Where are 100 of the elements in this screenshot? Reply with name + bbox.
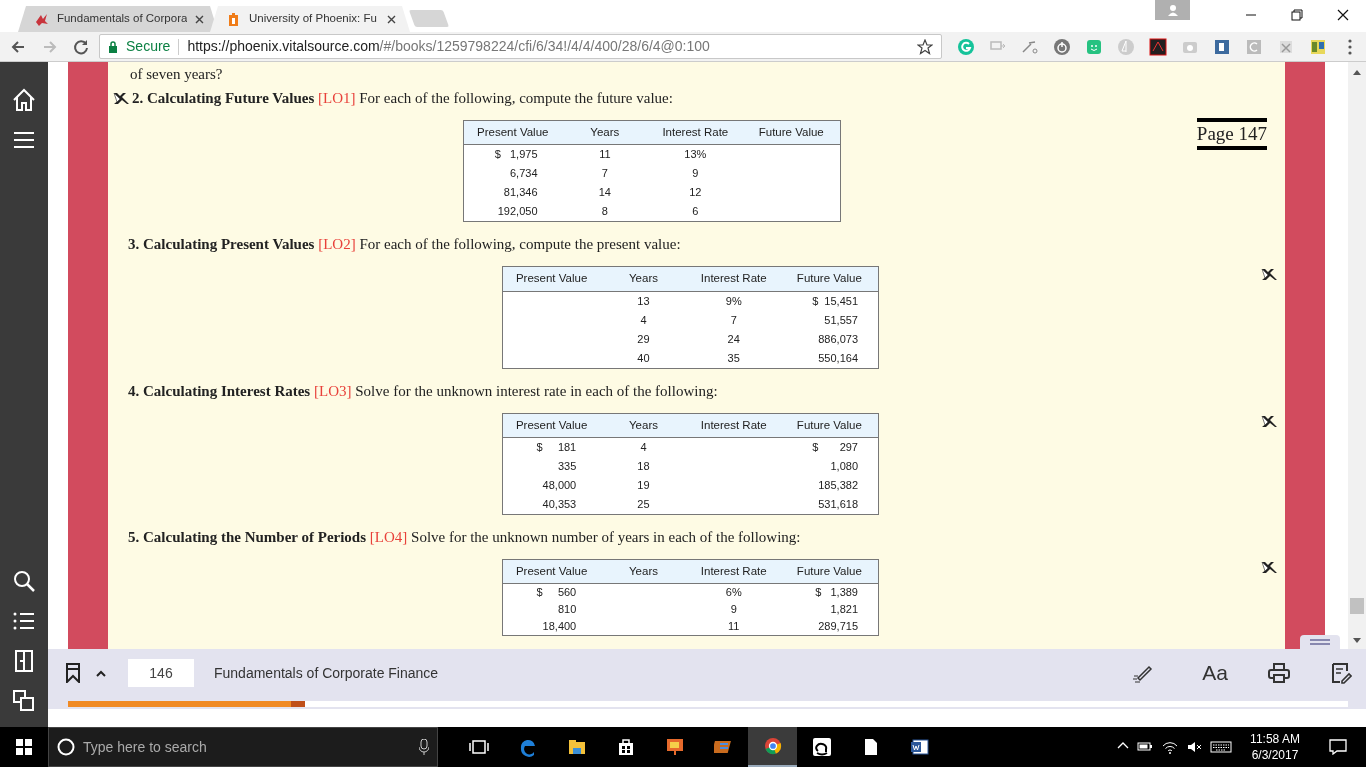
table-cell: 19: [637, 478, 650, 491]
chrome-icon: [762, 736, 783, 756]
acrobat-icon: [1149, 37, 1167, 56]
drawer-handle[interactable]: [1300, 635, 1340, 649]
table-cell: 4: [640, 313, 647, 326]
text-size-button[interactable]: Aa: [1202, 657, 1228, 689]
table-cell: 4: [640, 440, 647, 453]
problem-heading: 4. Calculating Interest Rates [LO3] Solve for the unknown interest rate in each of the following:: [128, 381, 718, 401]
handle-icon: [1310, 639, 1330, 645]
shapes-icon: [11, 688, 37, 714]
column-header: Interest Rate: [686, 413, 781, 438]
table-cell: 40: [637, 351, 650, 364]
page-number-field[interactable]: 146: [128, 659, 194, 687]
lock-icon: [108, 40, 118, 53]
url-text[interactable]: https://phoenix.vitalsource.com/#/books/1259798224/cfi/6/34!/4/4/400/28/6/4@0:100: [187, 36, 909, 57]
close-icon[interactable]: [195, 14, 204, 24]
battery-icon[interactable]: [1137, 740, 1153, 754]
microphone-icon: [419, 739, 429, 755]
column-header: Present Value: [502, 266, 601, 291]
minimize-icon: [1246, 14, 1256, 16]
column-header: Years: [600, 266, 687, 291]
table-cell: 9%: [725, 294, 742, 307]
table-cell: 35: [727, 351, 740, 364]
table-cell: 289,715: [818, 620, 858, 632]
column-header: Years: [561, 120, 649, 145]
table-cell: 6%: [725, 586, 742, 598]
browser-tab[interactable]: University of Phoenix: Fu: [210, 6, 410, 32]
smiley-icon: [1085, 37, 1103, 56]
taskbar-search-field[interactable]: Type here to search: [48, 727, 438, 767]
clock[interactable]: 11:58 AM 6/3/2017: [1240, 727, 1310, 767]
table-cell: 40,353: [542, 497, 577, 510]
wifi-icon[interactable]: [1161, 740, 1179, 754]
table-cell: 6: [692, 205, 699, 218]
more-menu-icon: [1348, 38, 1352, 55]
windows-logo-icon: [16, 739, 32, 755]
table-cell: 192,050: [497, 205, 538, 218]
flag-marker-icon[interactable]: [113, 91, 129, 105]
presentation-icon: [664, 737, 685, 757]
flag-marker-icon[interactable]: [1261, 268, 1277, 282]
table-cell: 14: [598, 186, 611, 199]
speaker-muted-icon[interactable]: [1187, 740, 1202, 754]
table-cell: $ 15,451: [812, 294, 858, 307]
table-cell: 18,400: [542, 620, 577, 632]
scroll-thumb[interactable]: [1350, 598, 1364, 614]
flag-marker-icon[interactable]: [1261, 414, 1277, 428]
down-arrow-icon[interactable]: [1353, 638, 1361, 643]
printer-icon: [1268, 663, 1290, 683]
print-button[interactable]: [1268, 663, 1290, 683]
power-icon: [1053, 37, 1071, 56]
letter-g-icon: [957, 37, 975, 56]
scrollbar[interactable]: [1348, 62, 1366, 649]
table-cell: 25: [637, 497, 650, 510]
cortana-circle-icon: [57, 738, 75, 756]
close-icon[interactable]: [387, 14, 396, 24]
table-cell: 9: [692, 167, 699, 180]
star-icon[interactable]: [917, 38, 933, 55]
table-cell: 886,073: [818, 332, 858, 345]
column-header: Future Value: [780, 413, 879, 438]
bookmark-icon: [66, 663, 80, 683]
restore-icon: [1288, 6, 1306, 24]
speech-bubble-icon: [1329, 739, 1347, 755]
table-cell: 6,734: [510, 167, 538, 180]
column-header: Future Value: [742, 120, 841, 145]
table-cell: $ 181: [536, 440, 577, 453]
up-arrow-icon[interactable]: [1353, 70, 1361, 75]
table-cell: 550,164: [818, 351, 858, 364]
flag-marker-icon[interactable]: [1261, 560, 1277, 574]
table-cell: 335: [557, 459, 577, 472]
bookmark-icon: [226, 11, 241, 27]
problem-heading: 3. Calculating Present Values [LO2] For each of the following, compute the present value:: [128, 235, 681, 255]
keyboard-icon[interactable]: [1210, 740, 1232, 754]
search-icon: [11, 568, 37, 594]
sailboat-icon: [1117, 37, 1135, 56]
table-cell: 9: [730, 603, 737, 615]
expand-button[interactable]: [96, 669, 106, 677]
caret-up-icon: [96, 669, 106, 677]
table-cell: 531,618: [818, 497, 858, 510]
table-cell: $ 560: [536, 586, 577, 598]
person-icon: [1166, 4, 1179, 16]
taskbar-app-button[interactable]: [748, 727, 797, 767]
table-cell: 24: [727, 332, 740, 345]
column-header: Present Value: [502, 413, 601, 438]
column-header: Present Value: [502, 559, 601, 584]
column-header: Interest Rate: [686, 559, 781, 584]
table-cell: 13%: [684, 148, 707, 161]
table-cell: 8: [601, 205, 608, 218]
notes-button[interactable]: [1330, 662, 1352, 684]
table-cell: 7: [601, 167, 608, 180]
bookmark-button[interactable]: [66, 663, 80, 683]
table-cell: $ 297: [812, 440, 858, 453]
table-cell: 11: [599, 148, 611, 161]
address-bar[interactable]: Secure https://phoenix.vitalsource.com/#/books/1259798224/cfi/6/34!/4/4/400/28/6/4@0:100: [99, 34, 942, 59]
table-cell: 13: [637, 294, 650, 307]
table-cell: 810: [557, 603, 577, 615]
letter-c-icon: [1245, 37, 1263, 56]
square-e-icon: [1213, 37, 1231, 56]
home-icon: [11, 87, 37, 113]
reload-icon: [72, 37, 91, 56]
word-icon: [909, 737, 930, 757]
problem-heading: 2. Calculating Future Values [LO1] For each of the following, compute the future value:: [132, 89, 673, 108]
